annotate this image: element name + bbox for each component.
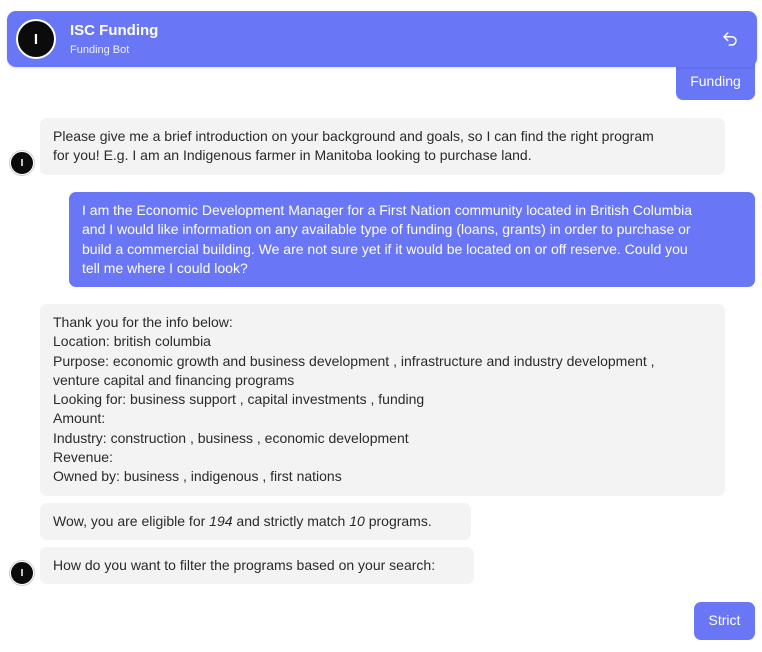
eligibility-middle: and strictly match xyxy=(236,513,346,529)
avatar-initial: I xyxy=(20,157,24,169)
user-message-strict[interactable]: Strict xyxy=(694,602,755,640)
summary-industry: Industry: construction , business , econ… xyxy=(53,429,409,446)
avatar-initial: I xyxy=(33,30,39,48)
message-line: build a commercial building. We are not … xyxy=(82,240,688,257)
message-line: I am the Economic Development Manager fo… xyxy=(82,202,693,218)
summary-looking-for: Looking for: business support , capital … xyxy=(53,391,425,408)
summary-location: Location: british columbia xyxy=(53,333,211,350)
summary-amount: Amount: xyxy=(53,410,106,427)
chat-header: I ISC Funding Funding Bot xyxy=(7,11,757,67)
user-message-text: Funding xyxy=(690,72,741,89)
chat-app: I ISC Funding Funding Bot Funding I Plea… xyxy=(0,0,762,652)
message-line: Please give me a brief introduction on y… xyxy=(53,128,654,144)
bot-avatar: I xyxy=(10,151,34,175)
bot-message-summary: Thank you for the info below: Location: … xyxy=(40,304,725,496)
summary-owned-by: Owned by: business , indigenous , first … xyxy=(53,468,342,485)
summary-purpose-cont: venture capital and financing programs xyxy=(53,371,295,388)
bot-message-eligibility: Wow, you are eligible for 194 and strict… xyxy=(40,503,471,541)
avatar-initial: I xyxy=(20,567,24,579)
header-text: ISC Funding Funding Bot xyxy=(70,22,158,57)
user-message-background: I am the Economic Development Manager fo… xyxy=(69,192,755,288)
eligibility-line: Wow, you are eligible for 194 and strict… xyxy=(53,512,458,531)
eligibility-prefix: Wow, you are eligible for xyxy=(53,513,206,529)
chat-subtitle: Funding Bot xyxy=(70,43,130,56)
summary-purpose: Purpose: economic growth and business de… xyxy=(53,352,655,369)
eligibility-suffix: programs. xyxy=(368,513,432,529)
bot-avatar: I xyxy=(16,19,56,59)
user-message-text: Strict xyxy=(708,612,741,629)
eligible-count: 194 xyxy=(209,513,233,529)
message-line: tell me where I could look? xyxy=(82,259,248,276)
bot-avatar: I xyxy=(10,561,34,585)
bot-message-filter: How do you want to filter the programs b… xyxy=(40,547,474,585)
reply-arrow-icon xyxy=(723,32,737,46)
message-line: How do you want to filter the programs b… xyxy=(53,557,436,573)
match-count: 10 xyxy=(349,513,365,529)
summary-line: Thank you for the info below: xyxy=(53,314,233,330)
message-line: and I would like information on any avai… xyxy=(82,221,691,238)
reset-button[interactable] xyxy=(717,26,743,52)
message-line: for you! E.g. I am an Indigenous farmer … xyxy=(53,147,532,164)
chat-title: ISC Funding xyxy=(70,21,159,39)
summary-revenue: Revenue: xyxy=(53,449,113,466)
bot-message-intro: Please give me a brief introduction on y… xyxy=(40,118,725,175)
